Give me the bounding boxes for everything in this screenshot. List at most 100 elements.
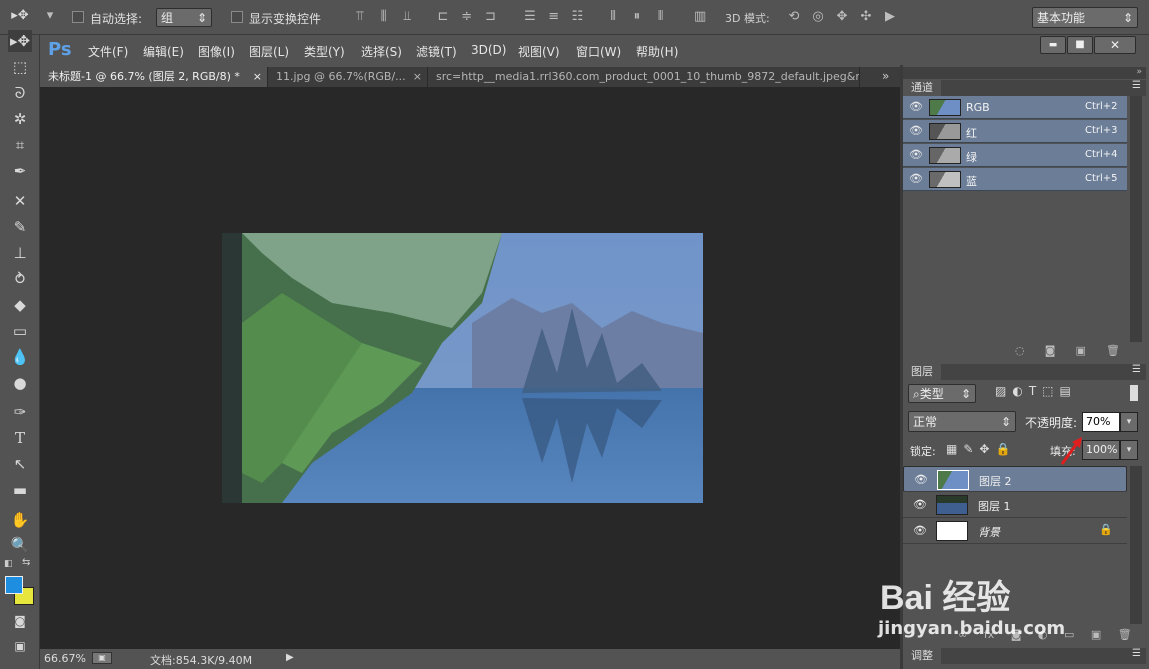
show-transform-checkbox[interactable] bbox=[231, 11, 243, 23]
filter-smart-object-icon[interactable]: ▤ bbox=[1060, 384, 1071, 403]
quick-mask-icon[interactable]: ◙ bbox=[8, 610, 32, 632]
move-tool-preset-icon[interactable]: ▸✥ bbox=[8, 6, 32, 26]
filter-type-icon[interactable]: T bbox=[1029, 384, 1036, 403]
filter-toggle-switch[interactable] bbox=[1130, 385, 1138, 401]
3d-scale-icon[interactable]: ▶ bbox=[880, 7, 900, 27]
move-tool-icon[interactable]: ▸✥ bbox=[8, 30, 32, 52]
menu-help[interactable]: 帮助(H) bbox=[636, 43, 678, 60]
filter-shape-icon[interactable]: ⬚ bbox=[1042, 384, 1053, 403]
filter-adjustment-icon[interactable]: ◐ bbox=[1012, 384, 1022, 403]
distribute-right-icon[interactable]: ⫴ bbox=[651, 7, 671, 27]
distribute-left-icon[interactable]: ⫴ bbox=[603, 7, 623, 27]
lock-all-icon[interactable]: 🔒 bbox=[995, 442, 1010, 458]
magic-wand-tool-icon[interactable]: ✲ bbox=[8, 108, 32, 130]
menu-view[interactable]: 视图(V) bbox=[518, 43, 560, 60]
channel-row[interactable]: 👁 RGB Ctrl+2 bbox=[903, 96, 1127, 119]
align-right-icon[interactable]: ⊐ bbox=[481, 7, 501, 27]
swap-colors-icon[interactable]: ⇆ bbox=[22, 557, 30, 568]
eye-icon[interactable]: 👁 bbox=[909, 100, 923, 113]
menu-filter[interactable]: 滤镜(T) bbox=[416, 43, 457, 60]
3d-slide-icon[interactable]: ✣ bbox=[856, 7, 876, 27]
layer-filter-dropdown[interactable]: ⌕类型 ⇕ bbox=[908, 384, 976, 403]
fill-input[interactable]: 100% bbox=[1082, 440, 1120, 460]
align-top-icon[interactable]: ⫪ bbox=[350, 7, 370, 27]
layer-row[interactable]: 👁 图层 1 bbox=[903, 492, 1127, 518]
eye-icon[interactable]: 👁 bbox=[913, 524, 927, 537]
preset-dropdown-icon[interactable]: ▾ bbox=[40, 6, 60, 26]
panel-menu-icon[interactable]: ☰ bbox=[1132, 648, 1141, 659]
distribute-vcenter-icon[interactable]: ≡ bbox=[544, 7, 564, 27]
minimize-button[interactable]: ▬ bbox=[1040, 36, 1066, 54]
align-vcenter-icon[interactable]: ⫼ bbox=[374, 7, 394, 27]
type-tool-icon[interactable]: T bbox=[8, 427, 32, 449]
delete-layer-icon[interactable]: 🗑 bbox=[1118, 628, 1132, 644]
load-selection-icon[interactable]: ◌ bbox=[1015, 344, 1025, 360]
menu-image[interactable]: 图像(I) bbox=[198, 43, 235, 60]
menu-edit[interactable]: 编辑(E) bbox=[143, 43, 184, 60]
foreground-color-swatch[interactable] bbox=[5, 576, 23, 594]
lock-position-icon[interactable]: ✥ bbox=[979, 442, 989, 458]
tab-close-icon[interactable]: × bbox=[412, 67, 422, 87]
tab-untitled-1[interactable]: 未标题-1 @ 66.7% (图层 2, RGB/8) * × bbox=[40, 67, 268, 87]
3d-rotate-icon[interactable]: ⟲ bbox=[784, 7, 804, 27]
menu-window[interactable]: 窗口(W) bbox=[576, 43, 621, 60]
doc-profile-icon[interactable]: ▣ bbox=[92, 652, 112, 664]
lasso-tool-icon[interactable]: ᘐ bbox=[8, 82, 32, 104]
eye-icon[interactable]: 👁 bbox=[909, 172, 923, 185]
eye-icon[interactable]: 👁 bbox=[909, 124, 923, 137]
new-layer-icon[interactable]: ▣ bbox=[1091, 628, 1101, 644]
save-selection-icon[interactable]: ◙ bbox=[1045, 344, 1056, 360]
path-select-tool-icon[interactable]: ↖ bbox=[8, 453, 32, 475]
crop-tool-icon[interactable]: ⌗ bbox=[8, 134, 32, 156]
align-hcenter-icon[interactable]: ≑ bbox=[457, 7, 477, 27]
default-colors-icon[interactable]: ◧ bbox=[4, 559, 13, 569]
zoom-level[interactable]: 66.67% bbox=[44, 652, 86, 665]
lock-transparent-icon[interactable]: ▦ bbox=[946, 442, 957, 458]
tab-overflow-icon[interactable]: » bbox=[882, 69, 889, 83]
distribute-hcenter-icon[interactable]: ⏸ bbox=[627, 7, 647, 27]
tab-11-jpg[interactable]: 11.jpg @ 66.7%(RGB/... × bbox=[268, 67, 428, 87]
channels-tab[interactable]: 通道 bbox=[903, 80, 941, 96]
panel-collapse-bar[interactable]: » bbox=[903, 67, 1146, 79]
eye-icon[interactable]: 👁 bbox=[909, 148, 923, 161]
hand-tool-icon[interactable]: ✋ bbox=[8, 509, 32, 531]
channel-row[interactable]: 👁 绿 Ctrl+4 bbox=[903, 144, 1127, 167]
panel-menu-icon[interactable]: ☰ bbox=[1132, 364, 1141, 375]
status-menu-arrow-icon[interactable]: ▶ bbox=[286, 652, 294, 663]
delete-channel-icon[interactable]: 🗑 bbox=[1106, 344, 1120, 360]
history-brush-tool-icon[interactable]: ⥁ bbox=[8, 268, 32, 290]
layers-scrollbar[interactable] bbox=[1130, 466, 1142, 624]
tab-src-jpeg[interactable]: src=http__media1.rrl360.com_product_0001… bbox=[428, 67, 860, 87]
zoom-tool-icon[interactable]: 🔍 bbox=[8, 534, 32, 556]
eye-icon[interactable]: 👁 bbox=[913, 498, 927, 511]
menu-layer[interactable]: 图层(L) bbox=[249, 43, 289, 60]
dodge-tool-icon[interactable]: ● bbox=[8, 372, 32, 394]
auto-select-checkbox[interactable] bbox=[72, 11, 84, 23]
healing-brush-tool-icon[interactable]: ✕ bbox=[8, 190, 32, 212]
blur-tool-icon[interactable]: 💧 bbox=[8, 346, 32, 368]
eraser-tool-icon[interactable]: ◆ bbox=[8, 294, 32, 316]
document-image[interactable] bbox=[222, 233, 703, 503]
new-group-icon[interactable]: ▭ bbox=[1064, 628, 1074, 644]
eyedropper-tool-icon[interactable]: ✒ bbox=[8, 160, 32, 182]
auto-align-icon[interactable]: ▥ bbox=[690, 7, 710, 27]
layer-row[interactable]: 👁 图层 2 bbox=[903, 466, 1127, 492]
tab-close-icon[interactable]: × bbox=[253, 67, 262, 87]
3d-pan-icon[interactable]: ✥ bbox=[832, 7, 852, 27]
lock-pixels-icon[interactable]: ✎ bbox=[963, 442, 973, 458]
canvas-area[interactable] bbox=[40, 87, 900, 649]
opacity-input[interactable]: 70% bbox=[1082, 412, 1120, 432]
panel-menu-icon[interactable]: ☰ bbox=[1132, 80, 1141, 91]
workspace-dropdown[interactable]: 基本功能 ⇕ bbox=[1032, 7, 1138, 28]
new-channel-icon[interactable]: ▣ bbox=[1075, 344, 1085, 360]
shape-tool-icon[interactable]: ▬ bbox=[8, 479, 32, 501]
channel-row[interactable]: 👁 蓝 Ctrl+5 bbox=[903, 168, 1127, 191]
menu-3d[interactable]: 3D(D) bbox=[471, 43, 506, 57]
3d-roll-icon[interactable]: ◎ bbox=[808, 7, 828, 27]
clone-stamp-tool-icon[interactable]: ⊥ bbox=[8, 242, 32, 264]
distribute-bottom-icon[interactable]: ☷ bbox=[568, 7, 588, 27]
adjust-tab[interactable]: 调整 bbox=[903, 648, 941, 664]
channels-scrollbar[interactable] bbox=[1130, 96, 1142, 342]
gradient-tool-icon[interactable]: ▭ bbox=[8, 320, 32, 342]
align-left-icon[interactable]: ⊏ bbox=[433, 7, 453, 27]
